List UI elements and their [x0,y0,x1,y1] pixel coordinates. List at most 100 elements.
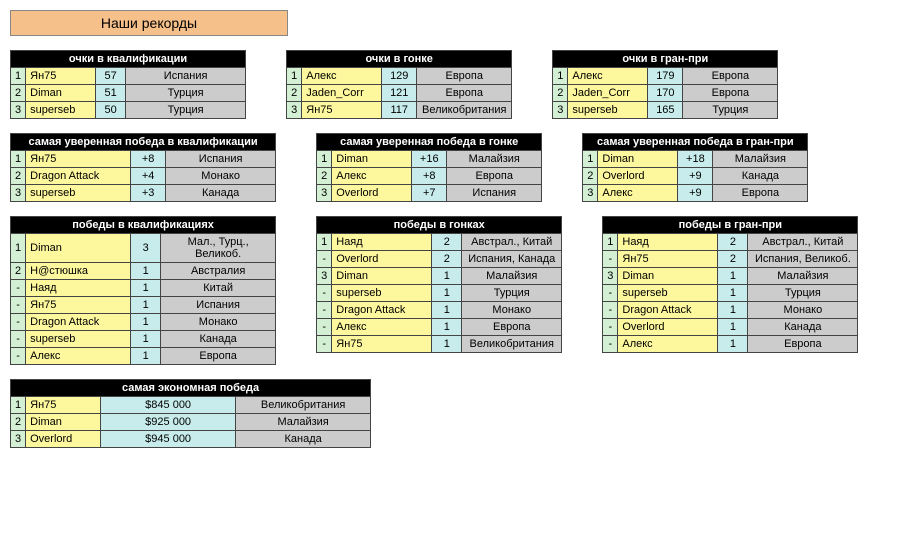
table-row: 1Diman+18Малайзия [583,151,808,168]
table-row: 3superseb+3Канада [11,185,276,202]
location-cell: Китай [161,280,276,297]
table-row: 2Overlord+9Канада [583,168,808,185]
value-cell: 1 [131,280,161,297]
name-cell: superseb [618,285,718,302]
table-row: 3superseb50Турция [11,102,246,119]
name-cell: superseb [568,102,648,119]
rank-cell: - [11,314,26,331]
value-cell: 1 [131,331,161,348]
table-row: 1Ян7557Испания [11,68,246,85]
table-row: 1Алекс179Европа [553,68,778,85]
name-cell: Dragon Attack [26,168,131,185]
location-cell: Европа [417,68,512,85]
rank-cell: 1 [287,68,302,85]
name-cell: Dragon Attack [26,314,131,331]
value-cell: $845 000 [101,397,236,414]
rank-cell: 2 [11,263,26,280]
table-title: самая уверенная победа в квалификации [11,134,276,151]
name-cell: Diman [26,234,131,263]
value-cell: 1 [718,268,748,285]
location-cell: Европа [683,68,778,85]
name-cell: Наяд [26,280,131,297]
location-cell: Испания, Канада [462,251,562,268]
location-cell: Великобритания [462,336,562,353]
table-row: -Алекс1Европа [317,319,562,336]
records-table: самая уверенная победа в квалификации1Ян… [10,133,276,202]
rank-cell: - [11,331,26,348]
value-cell: 50 [96,102,126,119]
table-row: -Overlord1Канада [603,319,858,336]
name-cell: Н@стюшка [26,263,131,280]
value-cell: 129 [382,68,417,85]
location-cell: Турция [126,85,246,102]
table-row: -Наяд1Китай [11,280,276,297]
table-row: 2Jaden_Corr121Европа [287,85,512,102]
location-cell: Малайзия [447,151,542,168]
value-cell: +9 [678,185,713,202]
rank-cell: 2 [583,168,598,185]
table-row: -Алекс1Европа [11,348,276,365]
table-title: очки в квалификации [11,51,246,68]
location-cell: Европа [417,85,512,102]
name-cell: Diman [26,414,101,431]
records-table: самая уверенная победа в гран-при1Diman+… [582,133,808,202]
value-cell: +7 [412,185,447,202]
value-cell: 1 [432,268,462,285]
table-row: 3Overlord$945 000Канада [11,431,371,448]
rank-cell: 3 [287,102,302,119]
table-row: 2Н@стюшка1Австралия [11,263,276,280]
value-cell: 165 [648,102,683,119]
table-row: 2Diman$925 000Малайзия [11,414,371,431]
value-cell: $945 000 [101,431,236,448]
name-cell: Алекс [332,168,412,185]
location-cell: Канада [236,431,371,448]
rank-cell: 3 [11,102,26,119]
location-cell: Малайзия [713,151,808,168]
rank-cell: 1 [317,234,332,251]
value-cell: 1 [718,302,748,319]
rank-cell: 2 [11,168,26,185]
table-row: 1Наяд2Австрал., Китай [603,234,858,251]
rank-cell: - [603,319,618,336]
location-cell: Европа [161,348,276,365]
table-title: очки в гран-при [553,51,778,68]
value-cell: 1 [718,319,748,336]
location-cell: Канада [748,319,858,336]
value-cell: 2 [718,251,748,268]
rank-cell: 1 [603,234,618,251]
location-cell: Канада [161,331,276,348]
rank-cell: 1 [553,68,568,85]
rank-cell: 3 [11,431,26,448]
name-cell: Алекс [618,336,718,353]
table-row: 3Diman1Малайзия [603,268,858,285]
rank-cell: 1 [11,234,26,263]
table-row: -superseb1Турция [317,285,562,302]
rank-cell: - [11,280,26,297]
rank-cell: - [317,336,332,353]
location-cell: Канада [713,168,808,185]
name-cell: superseb [26,102,96,119]
records-table: очки в гран-при1Алекс179Европа2Jaden_Cor… [552,50,778,119]
table-title: победы в гонках [317,217,562,234]
name-cell: Ян75 [332,336,432,353]
rank-cell: 3 [583,185,598,202]
table-row: -superseb1Турция [603,285,858,302]
value-cell: 121 [382,85,417,102]
rank-cell: - [317,285,332,302]
name-cell: Наяд [618,234,718,251]
records-table: самая уверенная победа в гонке1Diman+16М… [316,133,542,202]
location-cell: Турция [683,102,778,119]
name-cell: Diman [332,151,412,168]
rank-cell: - [317,251,332,268]
name-cell: Алекс [26,348,131,365]
table-row: 2Jaden_Corr170Европа [553,85,778,102]
table-row: 3superseb165Турция [553,102,778,119]
location-cell: Великобритания [236,397,371,414]
rank-cell: - [603,336,618,353]
name-cell: Ян75 [26,68,96,85]
table-title: победы в гран-при [603,217,858,234]
rank-cell: - [603,285,618,302]
location-cell: Испания, Великоб. [748,251,858,268]
records-table: очки в квалификации1Ян7557Испания2Diman5… [10,50,246,119]
table-row: 1Diman+16Малайзия [317,151,542,168]
